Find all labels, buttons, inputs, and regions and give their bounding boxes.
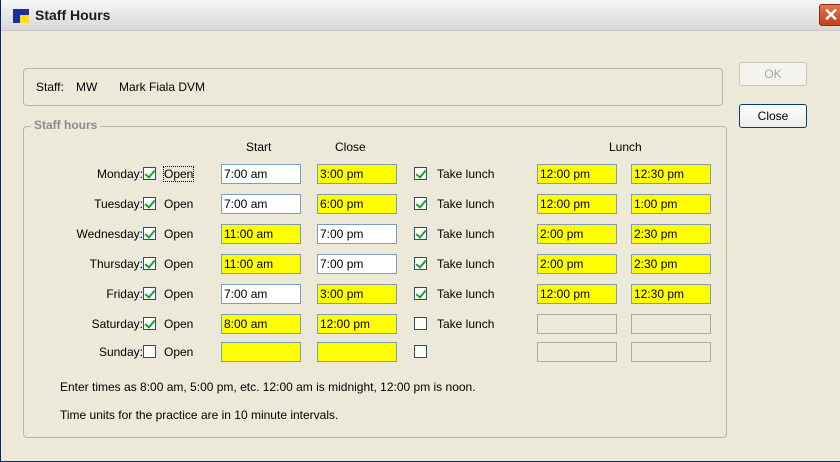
lunch-end-wednesday[interactable]: 2:30 pm	[631, 224, 711, 244]
open-checkbox-wednesday[interactable]	[143, 227, 156, 240]
lunch-end-sunday[interactable]	[631, 342, 711, 362]
take-lunch-checkbox-sunday[interactable]	[414, 345, 427, 358]
lunch-end-tuesday[interactable]: 1:00 pm	[631, 194, 711, 214]
staff-hours-group-title: Staff hours	[31, 118, 101, 132]
instructions-note: Enter times as 8:00 am, 5:00 pm, etc. 12…	[60, 380, 476, 394]
staff-info-box: Staff: MW Mark Fiala DVM	[23, 68, 723, 106]
start-time-thursday[interactable]: 11:00 am	[221, 254, 301, 274]
staff-hours-window: Staff Hours ✕ Staff: MW Mark Fiala DVM O…	[0, 0, 840, 462]
take-lunch-checkbox-thursday[interactable]	[414, 257, 427, 270]
day-label-wednesday: Wednesday:	[76, 227, 144, 241]
take-lunch-label: Take lunch	[437, 167, 495, 181]
app-icon	[13, 9, 29, 23]
take-lunch-label: Take lunch	[437, 317, 495, 331]
open-label: Open	[164, 227, 194, 241]
lunch-start-sunday[interactable]	[537, 342, 617, 362]
open-label: Open	[164, 345, 194, 359]
window-title: Staff Hours	[35, 7, 111, 23]
open-label: Open	[164, 257, 194, 271]
staff-name: Mark Fiala DVM	[119, 80, 206, 94]
close-time-wednesday[interactable]: 7:00 pm	[317, 224, 397, 244]
close-time-saturday[interactable]: 12:00 pm	[317, 314, 397, 334]
open-label: Open	[162, 166, 195, 182]
open-checkbox-sunday[interactable]	[143, 345, 156, 358]
take-lunch-label: Take lunch	[437, 227, 495, 241]
close-header: Close	[335, 140, 366, 154]
open-label: Open	[164, 287, 194, 301]
take-lunch-label: Take lunch	[437, 197, 495, 211]
day-label-saturday: Saturday:	[91, 317, 143, 331]
lunch-end-friday[interactable]: 12:30 pm	[631, 284, 711, 304]
start-time-friday[interactable]: 7:00 am	[221, 284, 301, 304]
take-lunch-checkbox-monday[interactable]	[414, 167, 427, 180]
close-time-friday[interactable]: 3:00 pm	[317, 284, 397, 304]
lunch-header: Lunch	[609, 140, 642, 154]
staff-label: Staff:	[36, 80, 64, 94]
ok-button[interactable]: OK	[739, 62, 807, 86]
close-time-monday[interactable]: 3:00 pm	[317, 164, 397, 184]
take-lunch-checkbox-saturday[interactable]	[414, 317, 427, 330]
start-time-wednesday[interactable]: 11:00 am	[221, 224, 301, 244]
start-time-tuesday[interactable]: 7:00 am	[221, 194, 301, 214]
lunch-end-thursday[interactable]: 2:30 pm	[631, 254, 711, 274]
lunch-start-friday[interactable]: 12:00 pm	[537, 284, 617, 304]
start-header: Start	[246, 140, 272, 154]
start-time-sunday[interactable]	[221, 342, 301, 362]
take-lunch-label: Take lunch	[437, 257, 495, 271]
staff-code: MW	[76, 80, 98, 94]
day-label-thursday: Thursday:	[89, 257, 143, 271]
take-lunch-checkbox-tuesday[interactable]	[414, 197, 427, 210]
interval-note: Time units for the practice are in 10 mi…	[60, 408, 339, 422]
lunch-start-tuesday[interactable]: 12:00 pm	[537, 194, 617, 214]
start-time-saturday[interactable]: 8:00 am	[221, 314, 301, 334]
day-label-tuesday: Tuesday:	[94, 197, 143, 211]
close-time-thursday[interactable]: 7:00 pm	[317, 254, 397, 274]
close-button[interactable]: Close	[739, 104, 807, 128]
start-time-monday[interactable]: 7:00 am	[221, 164, 301, 184]
open-label: Open	[164, 317, 194, 331]
lunch-start-wednesday[interactable]: 2:00 pm	[537, 224, 617, 244]
open-checkbox-tuesday[interactable]	[143, 197, 156, 210]
open-checkbox-saturday[interactable]	[143, 317, 156, 330]
close-time-sunday[interactable]	[317, 342, 397, 362]
open-checkbox-monday[interactable]	[143, 167, 156, 180]
title-bar: Staff Hours ✕	[1, 0, 840, 31]
take-lunch-checkbox-friday[interactable]	[414, 287, 427, 300]
open-checkbox-friday[interactable]	[143, 287, 156, 300]
open-label: Open	[164, 197, 194, 211]
day-label-sunday: Sunday:	[98, 345, 143, 359]
close-icon[interactable]: ✕	[819, 4, 840, 26]
lunch-end-monday[interactable]: 12:30 pm	[631, 164, 711, 184]
open-checkbox-thursday[interactable]	[143, 257, 156, 270]
lunch-start-saturday[interactable]	[537, 314, 617, 334]
close-time-tuesday[interactable]: 6:00 pm	[317, 194, 397, 214]
take-lunch-label: Take lunch	[437, 287, 495, 301]
lunch-end-saturday[interactable]	[631, 314, 711, 334]
day-label-friday: Friday:	[106, 287, 143, 301]
lunch-start-monday[interactable]: 12:00 pm	[537, 164, 617, 184]
lunch-start-thursday[interactable]: 2:00 pm	[537, 254, 617, 274]
day-label-monday: Monday:	[96, 167, 143, 181]
take-lunch-checkbox-wednesday[interactable]	[414, 227, 427, 240]
